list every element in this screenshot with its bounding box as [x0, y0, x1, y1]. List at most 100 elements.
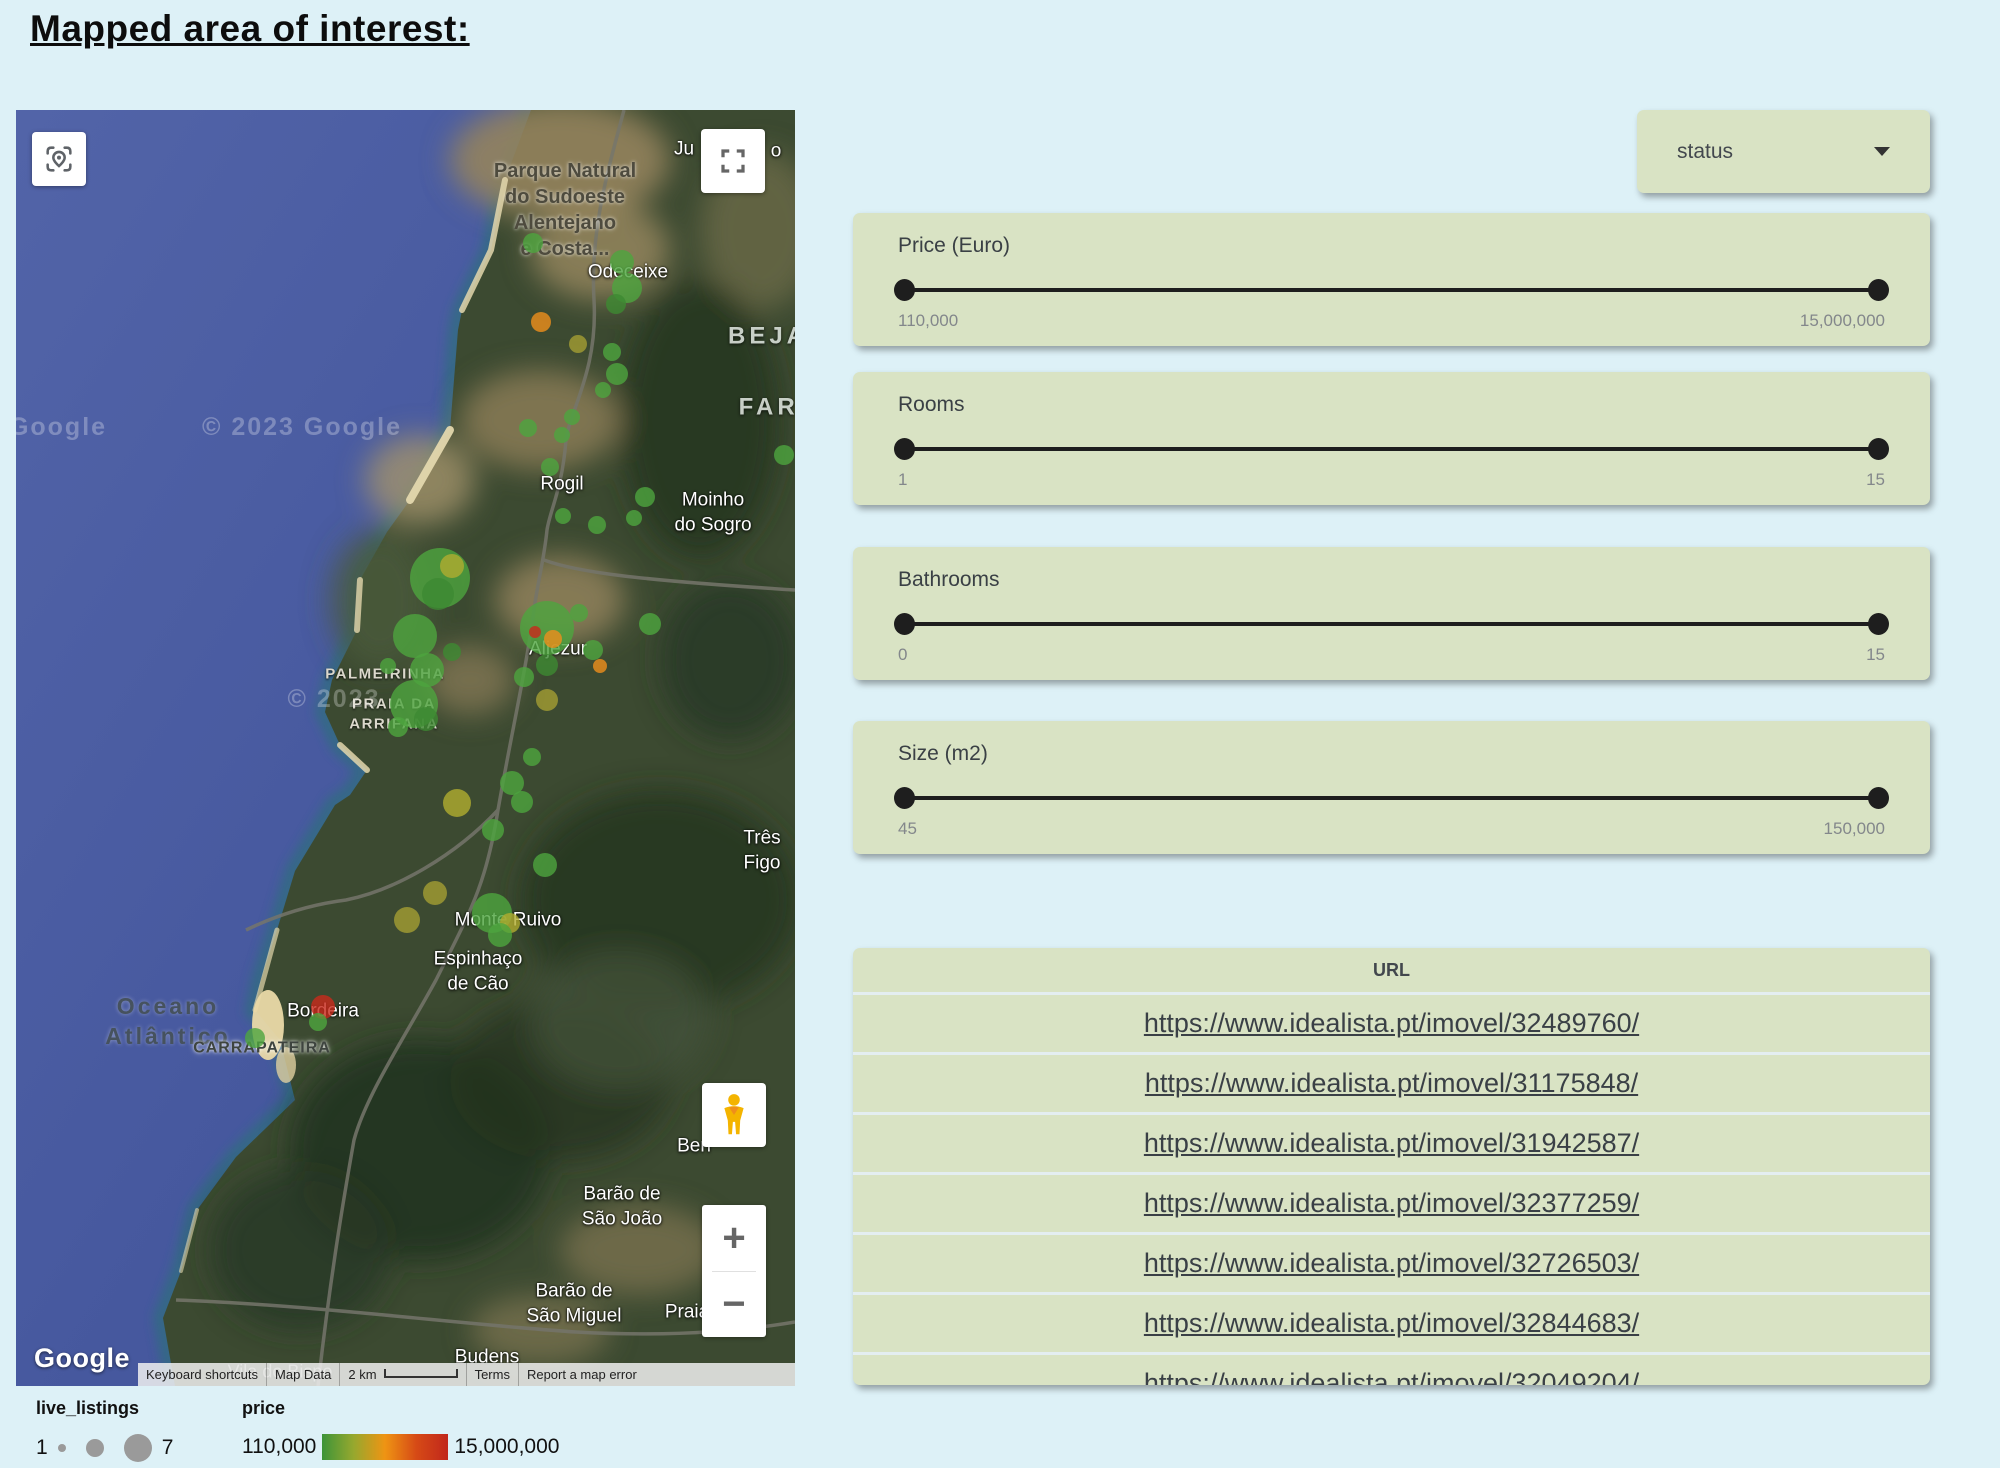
listing-marker[interactable] [531, 312, 551, 332]
attribution-2-km[interactable]: 2 km [339, 1363, 465, 1386]
listing-marker[interactable] [443, 789, 471, 817]
zoom-out-button[interactable]: − [702, 1272, 766, 1338]
size-slider-track[interactable] [900, 796, 1883, 800]
listing-marker[interactable] [482, 819, 504, 841]
price-slider-track[interactable] [900, 288, 1883, 292]
listing-marker[interactable] [511, 791, 533, 813]
legend-color-title: price [242, 1398, 285, 1419]
attribution-terms[interactable]: Terms [466, 1363, 518, 1386]
listing-url-link[interactable]: https://www.idealista.pt/imovel/32726503… [1144, 1248, 1639, 1279]
listing-marker[interactable] [593, 659, 607, 673]
listing-url-link[interactable]: https://www.idealista.pt/imovel/31942587… [1144, 1128, 1639, 1159]
table-row: https://www.idealista.pt/imovel/32489760… [853, 992, 1930, 1052]
listing-marker[interactable] [423, 881, 447, 905]
zoom-in-button[interactable]: + [702, 1205, 766, 1271]
listing-marker[interactable] [564, 409, 580, 425]
listing-marker[interactable] [570, 604, 588, 622]
scale-bar [384, 1369, 458, 1378]
fullscreen-button[interactable] [701, 129, 765, 193]
bathrooms-slider-label: Bathrooms [898, 568, 1000, 592]
page-title: Mapped area of interest: [30, 8, 470, 50]
size-slider-min-handle[interactable] [894, 787, 915, 809]
listing-url-link[interactable]: https://www.idealista.pt/imovel/32489760… [1144, 1008, 1639, 1039]
attribution-keyboard-shortcuts[interactable]: Keyboard shortcuts [138, 1363, 266, 1386]
listing-marker[interactable] [610, 250, 634, 274]
listing-marker[interactable] [603, 343, 621, 361]
listing-marker[interactable] [554, 427, 570, 443]
listing-marker[interactable] [569, 335, 587, 353]
price-slider-min-handle[interactable] [894, 279, 915, 301]
listing-marker[interactable] [245, 1028, 265, 1048]
listing-marker[interactable] [440, 554, 464, 578]
fullscreen-icon [718, 146, 748, 176]
rooms-slider-min-handle[interactable] [894, 438, 915, 460]
listing-marker[interactable] [388, 717, 408, 737]
legend: live_listings price 1 7 110,000 15,000,0… [36, 1398, 736, 1468]
table-row: https://www.idealista.pt/imovel/32844683… [853, 1292, 1930, 1352]
pegman-icon [717, 1093, 751, 1137]
size-min-value: 45 [898, 819, 917, 839]
listing-url-link[interactable]: https://www.idealista.pt/imovel/32377259… [1144, 1188, 1639, 1219]
rooms-slider-track[interactable] [900, 447, 1883, 451]
listing-marker[interactable] [536, 654, 558, 676]
listing-marker[interactable] [520, 601, 574, 655]
size-slider-card: Size (m2) 45 150,000 [853, 721, 1930, 854]
listing-marker[interactable] [443, 643, 461, 661]
listing-marker[interactable] [514, 667, 534, 687]
table-row: https://www.idealista.pt/imovel/32726503… [853, 1232, 1930, 1292]
listing-marker[interactable] [309, 1013, 327, 1031]
attribution-report-a-map-error[interactable]: Report a map error [518, 1363, 645, 1386]
region-select-button[interactable] [32, 132, 86, 186]
table-row: https://www.idealista.pt/imovel/32049204… [853, 1352, 1930, 1385]
listing-marker[interactable] [626, 510, 642, 526]
price-gradient-bar [322, 1434, 448, 1460]
legend-price-min: 110,000 [242, 1435, 316, 1459]
listing-marker[interactable] [544, 630, 562, 648]
attribution-map-data[interactable]: Map Data [266, 1363, 339, 1386]
legend-size-dot [58, 1444, 66, 1452]
listing-marker[interactable] [529, 626, 541, 638]
size-slider-max-handle[interactable] [1868, 787, 1889, 809]
listing-marker[interactable] [393, 614, 437, 658]
bathrooms-slider-max-handle[interactable] [1868, 613, 1889, 635]
listing-marker[interactable] [595, 382, 611, 398]
listing-marker[interactable] [536, 689, 558, 711]
status-dropdown[interactable]: status [1637, 110, 1930, 193]
bathrooms-slider-min-handle[interactable] [894, 613, 915, 635]
listing-marker[interactable] [606, 363, 628, 385]
listing-marker[interactable] [774, 445, 794, 465]
listing-marker[interactable] [555, 508, 571, 524]
listing-marker[interactable] [380, 658, 396, 674]
listing-url-link[interactable]: https://www.idealista.pt/imovel/32049204… [1144, 1368, 1639, 1385]
price-slider-max-handle[interactable] [1868, 279, 1889, 301]
listing-marker[interactable] [523, 748, 541, 766]
google-logo[interactable]: Google [34, 1343, 130, 1374]
listing-marker[interactable] [541, 458, 559, 476]
listing-marker[interactable] [606, 294, 626, 314]
listing-marker[interactable] [635, 487, 655, 507]
bathrooms-slider-track[interactable] [900, 622, 1883, 626]
listing-marker[interactable] [639, 613, 661, 635]
url-table: URL https://www.idealista.pt/imovel/3248… [853, 948, 1930, 1385]
listing-marker[interactable] [533, 853, 557, 877]
rooms-slider-label: Rooms [898, 393, 965, 417]
map-canvas[interactable]: Parque Natural do Sudoeste Alentejano e … [16, 110, 795, 1386]
listing-url-link[interactable]: https://www.idealista.pt/imovel/32844683… [1144, 1308, 1639, 1339]
listing-marker[interactable] [394, 907, 420, 933]
listing-marker[interactable] [422, 578, 454, 610]
price-max-value: 15,000,000 [1800, 311, 1885, 331]
rooms-slider-max-handle[interactable] [1868, 438, 1889, 460]
listing-marker[interactable] [588, 516, 606, 534]
listing-marker[interactable] [523, 233, 543, 253]
listing-marker[interactable] [414, 707, 438, 731]
listing-marker[interactable] [583, 640, 603, 660]
pegman-button[interactable] [702, 1083, 766, 1147]
listing-marker[interactable] [488, 923, 512, 947]
rooms-max-value: 15 [1866, 470, 1885, 490]
legend-size-dot [124, 1434, 152, 1462]
size-slider-label: Size (m2) [898, 742, 988, 766]
rooms-min-value: 1 [898, 470, 907, 490]
listing-url-link[interactable]: https://www.idealista.pt/imovel/31175848… [1145, 1068, 1638, 1099]
listing-marker[interactable] [519, 419, 537, 437]
legend-size-title: live_listings [36, 1398, 139, 1419]
